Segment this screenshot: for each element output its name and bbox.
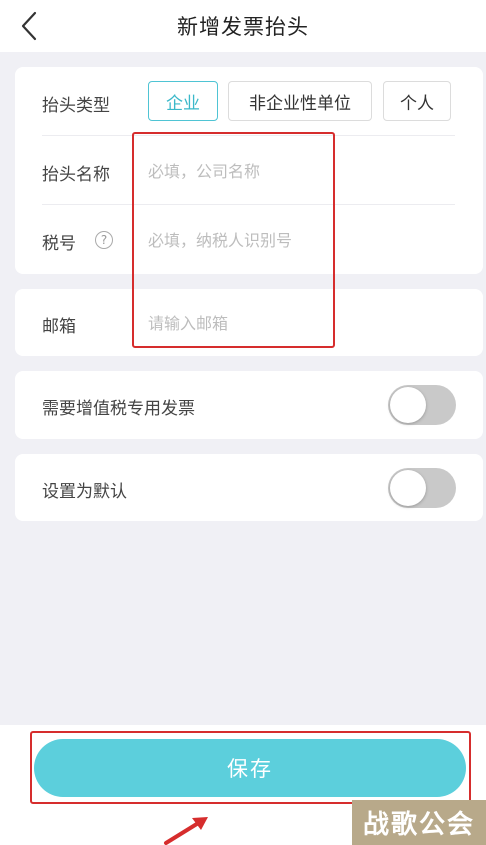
email-label: 邮箱 (42, 317, 76, 337)
type-option-non-enterprise[interactable]: 非企业性单位 (228, 81, 372, 121)
set-default-card: 设置为默认 (15, 454, 483, 521)
save-button[interactable]: 保存 (34, 739, 466, 797)
toggle-knob (390, 387, 426, 423)
type-option-personal[interactable]: 个人 (383, 81, 451, 121)
header-name-label: 抬头名称 (42, 165, 110, 185)
vat-invoice-label: 需要增值税专用发票 (42, 399, 195, 419)
header-type-label: 抬头类型 (42, 96, 110, 116)
page-title: 新增发票抬头 (177, 15, 309, 39)
divider (42, 135, 455, 136)
email-card: 邮箱 (15, 289, 483, 356)
set-default-toggle[interactable] (388, 468, 456, 508)
header-name-input[interactable] (148, 159, 438, 183)
watermark-logo: 战歌公会 (352, 800, 486, 845)
vat-invoice-card: 需要增值税专用发票 (15, 371, 483, 439)
chevron-left-icon (21, 11, 37, 41)
nav-bar: 新增发票抬头 (0, 0, 486, 52)
email-input[interactable] (148, 311, 438, 335)
toggle-knob (390, 470, 426, 506)
tax-number-input[interactable] (148, 228, 438, 252)
help-icon[interactable]: ? (95, 231, 113, 249)
vat-invoice-toggle[interactable] (388, 385, 456, 425)
tax-number-label: 税号 (42, 234, 76, 254)
arrow-annotation-icon (164, 817, 208, 845)
back-button[interactable] (14, 10, 44, 42)
invoice-info-card: 抬头类型 企业 非企业性单位 个人 抬头名称 税号 ? (15, 67, 483, 274)
divider (42, 204, 455, 205)
type-option-enterprise[interactable]: 企业 (148, 81, 218, 121)
set-default-label: 设置为默认 (42, 482, 127, 502)
